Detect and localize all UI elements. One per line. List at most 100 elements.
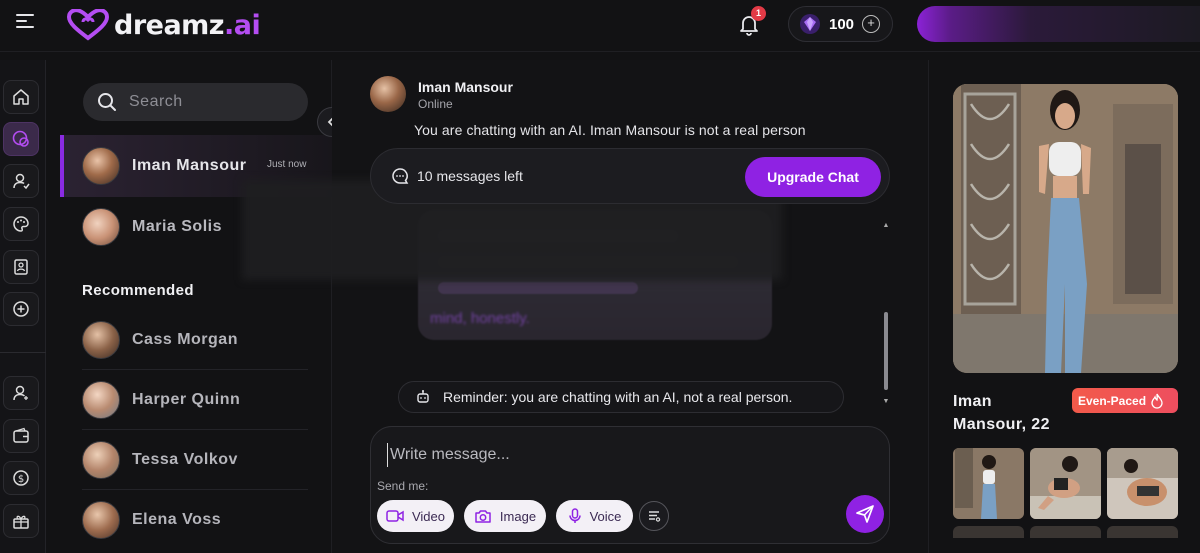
profile-photo[interactable] — [953, 84, 1178, 373]
gallery-thumbnail[interactable] — [953, 526, 1024, 538]
message-composer: Send me: Video Image Voice — [370, 426, 890, 544]
chat-name: Maria Solis — [132, 218, 222, 235]
recommended-item[interactable]: Cass Morgan — [82, 310, 308, 370]
chat-time: Just now — [267, 159, 307, 170]
search-box[interactable] — [83, 83, 308, 121]
recommended-name: Harper Quinn — [132, 390, 241, 408]
profile-photo-image — [953, 84, 1178, 373]
message-bubble-icon — [392, 168, 409, 184]
recommended-name: Tessa Volkov — [132, 450, 238, 468]
character-icon — [13, 173, 30, 190]
recommended-item[interactable]: Harper Quinn — [82, 370, 308, 430]
add-icon — [13, 301, 29, 317]
request-image-button[interactable]: Image — [464, 500, 546, 532]
notification-badge: 1 — [751, 6, 766, 21]
robot-icon — [417, 390, 429, 403]
add-gems-button[interactable]: + — [862, 15, 881, 33]
account-button[interactable] — [917, 6, 1200, 42]
gallery-thumbnail[interactable] — [1107, 448, 1178, 519]
create-button[interactable] — [3, 207, 39, 241]
recommended-item[interactable]: Tessa Volkov — [82, 430, 308, 490]
flame-icon — [1151, 393, 1163, 409]
personality-badge-label: Even-Paced — [1078, 393, 1147, 408]
rail-divider — [0, 352, 46, 353]
chat-header-name: Iman Mansour — [418, 79, 513, 95]
profile-panel: Iman Mansour, 22 Even-Paced — [928, 60, 1200, 553]
logo-text: dreamz — [114, 9, 225, 41]
profile-last-name-age: Mansour, 22 — [953, 416, 1050, 433]
add-button[interactable] — [3, 292, 39, 326]
chat-name: Iman Mansour — [132, 157, 247, 174]
upgrade-chat-button[interactable]: Upgrade Chat — [745, 157, 881, 197]
wallet-button[interactable] — [3, 419, 39, 453]
gallery-thumbnail[interactable] — [1030, 448, 1101, 519]
chat-button[interactable] — [3, 122, 39, 156]
video-label: Video — [411, 508, 445, 524]
avatar — [82, 501, 120, 539]
list-filter-icon — [649, 511, 661, 522]
palette-icon — [13, 216, 29, 232]
send-button[interactable] — [846, 495, 884, 533]
voice-label: Voice — [589, 508, 622, 524]
recommended-heading: Recommended — [82, 282, 194, 299]
personality-badge: Even-Paced — [1072, 388, 1178, 413]
chat-icon — [12, 130, 29, 147]
gallery-thumbnail[interactable] — [1030, 526, 1101, 538]
recommended-name: Elena Voss — [132, 511, 222, 528]
gallery-icon — [14, 259, 28, 275]
coin-icon: $ — [13, 470, 29, 486]
avatar — [82, 320, 120, 359]
microphone-icon — [568, 508, 581, 523]
avatar — [82, 440, 120, 479]
icon-rail: $ — [0, 60, 46, 553]
image-label: Image — [499, 508, 537, 524]
gem-count: 100 — [829, 15, 855, 33]
gift-button[interactable] — [3, 504, 39, 538]
gallery-button[interactable] — [3, 250, 39, 284]
profile-icon — [13, 385, 28, 401]
gem-balance[interactable]: 100 + — [788, 6, 893, 42]
chat-panel: Iman Mansour Online You are chatting wit… — [242, 60, 928, 553]
send-icon — [856, 505, 874, 523]
gem-icon — [800, 14, 820, 34]
chat-header-avatar[interactable] — [370, 76, 406, 112]
characters-button[interactable] — [3, 164, 39, 198]
logo-suffix: .ai — [224, 9, 261, 41]
chat-scrollbar[interactable]: ▲ ▼ — [882, 222, 890, 408]
avatar — [82, 147, 120, 185]
messages-left-bar: 10 messages left Upgrade Chat — [370, 148, 890, 204]
request-video-button[interactable]: Video — [377, 500, 454, 532]
message-input[interactable] — [387, 443, 827, 467]
home-icon — [13, 89, 29, 105]
logo[interactable]: dreamz.ai — [66, 8, 261, 42]
gift-icon — [13, 515, 29, 529]
home-button[interactable] — [3, 80, 39, 114]
recommended-name: Cass Morgan — [132, 330, 238, 348]
menu-icon[interactable] — [16, 14, 34, 30]
top-bar: dreamz.ai 1 100 + — [0, 0, 1200, 52]
options-button[interactable] — [639, 501, 669, 531]
scrollbar-thumb[interactable] — [884, 312, 888, 390]
profile-button[interactable] — [3, 376, 39, 410]
profile-name: Iman Mansour, 22 — [953, 390, 1050, 436]
gallery-thumbnail[interactable] — [1107, 526, 1178, 538]
chat-header-status: Online — [418, 97, 453, 111]
chat-list-panel: Iman Mansour Just now Maria Solis Recomm… — [46, 60, 332, 553]
video-icon — [386, 510, 404, 522]
gallery-thumbnail[interactable] — [953, 448, 1024, 519]
reminder-text: Reminder: you are chatting with an AI, n… — [443, 389, 793, 405]
avatar — [82, 380, 120, 419]
avatar — [82, 208, 120, 246]
ai-disclaimer: You are chatting with an AI. Iman Mansou… — [414, 122, 806, 138]
camera-icon — [475, 509, 491, 523]
wallet-icon — [13, 427, 29, 443]
search-input[interactable] — [129, 93, 289, 111]
request-voice-button[interactable]: Voice — [556, 500, 633, 532]
svg-text:$: $ — [18, 474, 24, 485]
coins-button[interactable]: $ — [3, 461, 39, 495]
send-me-label: Send me: — [377, 479, 429, 493]
messages-left-text: 10 messages left — [417, 168, 523, 184]
recommended-item[interactable]: Elena Voss — [82, 490, 308, 550]
profile-first-name: Iman — [953, 393, 992, 410]
blurred-message-text: mind, honestly. — [430, 310, 530, 327]
